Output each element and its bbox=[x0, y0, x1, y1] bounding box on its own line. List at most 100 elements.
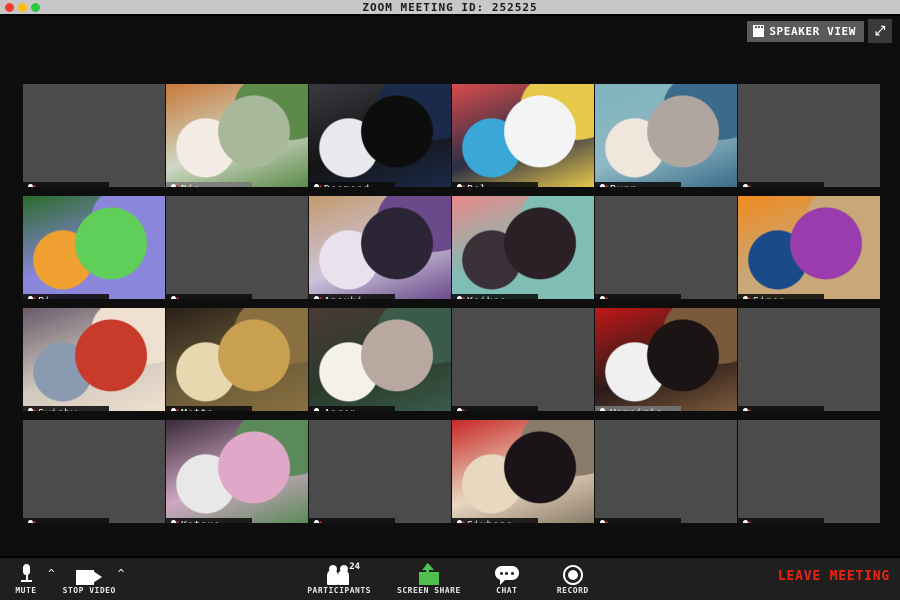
participant-nameplate: Vampiric bbox=[595, 406, 681, 411]
participant-tile-empty[interactable] bbox=[23, 84, 165, 187]
avatar-art-green-crocodile bbox=[23, 196, 165, 299]
chat-label: CHAT bbox=[496, 586, 517, 595]
participant-name: Anouki bbox=[324, 296, 363, 299]
microphone-muted-icon bbox=[598, 520, 607, 524]
meeting-toolbar: MUTE ^ STOP VIDEO ^ 24 PARTICIPANTS bbox=[0, 556, 900, 600]
window-titlebar: ZOOM MEETING ID: 252525 bbox=[0, 0, 900, 16]
participant-tile-burr[interactable]: Burr bbox=[595, 84, 737, 187]
record-button[interactable]: RECORD bbox=[553, 561, 593, 595]
participants-button[interactable]: 24 PARTICIPANTS bbox=[307, 561, 371, 595]
participant-tile-desmond[interactable]: Desmond bbox=[309, 84, 451, 187]
participant-tile-metta[interactable]: Metta bbox=[166, 308, 308, 411]
participant-tile-simon[interactable]: Simon bbox=[738, 196, 880, 299]
participant-tile-empty[interactable] bbox=[452, 308, 594, 411]
avatar-art-black-bat-reading bbox=[452, 420, 594, 523]
avatar-art-dark-orca-creature bbox=[309, 84, 451, 187]
participant-tile-empty[interactable] bbox=[738, 420, 880, 523]
participant-tile-empty[interactable] bbox=[595, 196, 737, 299]
chat-button[interactable]: CHAT bbox=[487, 561, 527, 595]
participant-tile-empty[interactable] bbox=[738, 308, 880, 411]
participant-nameplate bbox=[452, 406, 538, 411]
participant-tile-katsue[interactable]: Katsue bbox=[166, 420, 308, 523]
close-window-button[interactable] bbox=[5, 3, 14, 12]
participant-tile-dia[interactable]: Dia. bbox=[166, 84, 308, 187]
participant-name: Sixbane bbox=[467, 520, 513, 523]
participant-nameplate bbox=[23, 182, 109, 187]
participant-nameplate: Anouki bbox=[309, 294, 395, 299]
microphone-muted-icon bbox=[741, 296, 750, 300]
microphone-muted-icon bbox=[455, 520, 464, 524]
microphone-muted-icon bbox=[26, 184, 35, 188]
participant-nameplate bbox=[23, 518, 109, 523]
maximize-window-button[interactable] bbox=[31, 3, 40, 12]
participant-nameplate: Katsue bbox=[166, 518, 252, 523]
participant-name: Bel bbox=[467, 184, 487, 187]
participant-tile-empty[interactable] bbox=[595, 420, 737, 523]
participant-nameplate bbox=[595, 294, 681, 299]
participant-name: Pi bbox=[38, 296, 51, 299]
microphone-muted-icon bbox=[741, 520, 750, 524]
participant-nameplate: Bel bbox=[452, 182, 538, 187]
speaker-view-button[interactable]: SPEAKER VIEW bbox=[747, 21, 864, 42]
avatar-art-sleeping-raccoon-zzz bbox=[309, 308, 451, 411]
people-icon: 24 bbox=[326, 565, 352, 585]
record-circle-icon bbox=[563, 565, 583, 585]
microphone-muted-icon bbox=[455, 184, 464, 188]
participant-nameplate: Burr bbox=[595, 182, 681, 187]
participant-tile-empty[interactable] bbox=[23, 420, 165, 523]
participant-nameplate: Aaron bbox=[309, 406, 395, 411]
participant-name: Dia. bbox=[181, 184, 207, 187]
participant-tile-anouki[interactable]: Anouki bbox=[309, 196, 451, 299]
microphone-muted-icon bbox=[312, 520, 321, 524]
participant-nameplate: Sixbane bbox=[452, 518, 538, 523]
speaker-view-label: SPEAKER VIEW bbox=[769, 25, 856, 38]
microphone-muted-icon bbox=[741, 184, 750, 188]
microphone-icon bbox=[598, 408, 607, 412]
view-controls: SPEAKER VIEW ⤢ bbox=[747, 19, 892, 43]
fullscreen-glyph: ⤢ bbox=[875, 25, 885, 38]
participant-tile-aaron[interactable]: Aaron bbox=[309, 308, 451, 411]
participant-nameplate: Pi bbox=[23, 294, 109, 299]
participant-tile-empty[interactable] bbox=[309, 420, 451, 523]
microphone-muted-icon bbox=[169, 296, 178, 300]
participant-name: Burr bbox=[610, 184, 636, 187]
participant-tile-koikee[interactable]: Koikee bbox=[452, 196, 594, 299]
microphone-muted-icon bbox=[455, 296, 464, 300]
screen-share-button[interactable]: SCREEN SHARE bbox=[397, 561, 461, 595]
participant-nameplate bbox=[738, 182, 824, 187]
leave-meeting-button[interactable]: LEAVE MEETING bbox=[778, 569, 890, 584]
participant-nameplate: Simon bbox=[738, 294, 824, 299]
participant-tile-empty[interactable] bbox=[738, 84, 880, 187]
avatar-art-pink-bat-chart bbox=[166, 420, 308, 523]
microphone-muted-icon bbox=[26, 296, 35, 300]
participant-nameplate: Metta bbox=[166, 406, 252, 411]
window-traffic-lights bbox=[5, 3, 40, 12]
participant-tile-empty[interactable] bbox=[166, 196, 308, 299]
microphone-muted-icon bbox=[169, 184, 178, 188]
avatar-art-spotted-cats-group bbox=[166, 308, 308, 411]
microphone-muted-icon bbox=[312, 296, 321, 300]
participant-nameplate: Desmond bbox=[309, 182, 395, 187]
participant-nameplate: Dia. bbox=[166, 182, 252, 187]
microphone-muted-icon bbox=[598, 184, 607, 188]
participant-name: Aaron bbox=[324, 408, 357, 411]
participant-tile-pi[interactable]: Pi bbox=[23, 196, 165, 299]
participant-tile-sixbane[interactable]: Sixbane bbox=[452, 420, 594, 523]
avatar-art-white-seal-bookshelf bbox=[452, 84, 594, 187]
microphone-muted-icon bbox=[26, 408, 35, 412]
participant-tile-vampiric[interactable]: Vampiric bbox=[595, 308, 737, 411]
screen-share-label: SCREEN SHARE bbox=[397, 586, 461, 595]
avatar-art-hedgehog-on-desk bbox=[166, 84, 308, 187]
microphone-muted-icon bbox=[312, 184, 321, 188]
participant-nameplate bbox=[595, 518, 681, 523]
participants-count-badge: 24 bbox=[349, 562, 360, 572]
participant-tile-bel[interactable]: Bel bbox=[452, 84, 594, 187]
minimize-window-button[interactable] bbox=[18, 3, 27, 12]
microphone-muted-icon bbox=[741, 408, 750, 412]
participant-tile-swishy[interactable]: Swishy bbox=[23, 308, 165, 411]
participant-name: Katsue bbox=[181, 520, 220, 523]
expand-icon[interactable]: ⤢ bbox=[868, 19, 892, 43]
participant-name: Desmond bbox=[324, 184, 370, 187]
grid-icon bbox=[753, 25, 764, 37]
avatar-art-calico-fox-lavender bbox=[309, 196, 451, 299]
